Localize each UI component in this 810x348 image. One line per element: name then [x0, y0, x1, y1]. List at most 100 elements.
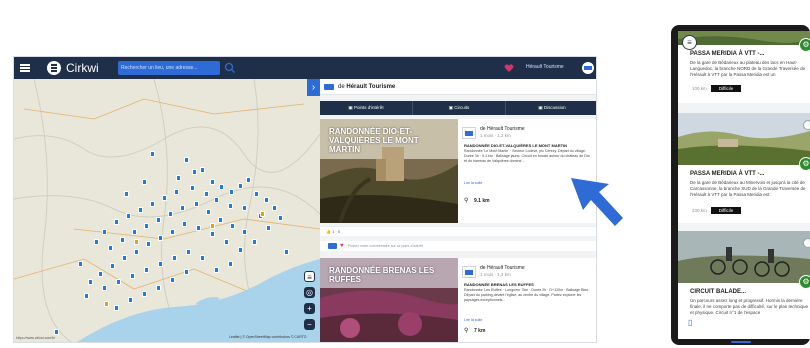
mobile-circuit-card[interactable]: PASSA MERIDIA À VTT -... De la gare de B…: [678, 31, 810, 103]
map-marker[interactable]: [242, 205, 247, 211]
tab-circuits[interactable]: ▣ Circuits: [413, 101, 506, 115]
map-marker-highlighted[interactable]: [260, 211, 265, 217]
map-marker[interactable]: [278, 215, 283, 221]
map-marker[interactable]: [84, 293, 89, 299]
map-url[interactable]: https://www.cirkwi.com/fr/: [16, 336, 55, 340]
map-marker[interactable]: [252, 239, 257, 245]
map-marker[interactable]: [142, 179, 147, 185]
map-marker[interactable]: [110, 263, 115, 269]
mobile-circuit-card[interactable]: ♡ ⚙ PASSA MERIDIA À VTT -... De la gare …: [678, 113, 810, 223]
map-marker[interactable]: [264, 197, 269, 203]
map-marker[interactable]: [124, 191, 129, 197]
map-marker[interactable]: [130, 273, 135, 279]
map-marker[interactable]: [184, 157, 189, 163]
map-marker[interactable]: [126, 213, 131, 219]
map-marker[interactable]: [214, 267, 219, 273]
map-marker[interactable]: [158, 261, 163, 267]
map-marker[interactable]: [229, 189, 234, 195]
map-marker[interactable]: [182, 221, 187, 227]
map-marker[interactable]: [78, 261, 83, 267]
map-marker[interactable]: [238, 183, 243, 189]
map-attribution[interactable]: Leaflet | © OpenStreetMap contributors ©…: [229, 335, 307, 339]
map-marker[interactable]: [172, 255, 177, 261]
map-marker[interactable]: [218, 217, 223, 223]
map-marker[interactable]: [144, 267, 149, 273]
circuit-card[interactable]: RANDONNÉE BRENAS LES RUFFES de Hérault T…: [320, 258, 596, 342]
map-marker[interactable]: [272, 205, 277, 211]
comment-input[interactable]: ♥ Postez votre commentaire sur ce point …: [320, 241, 596, 251]
map-marker[interactable]: [194, 201, 199, 207]
circuit-card[interactable]: RANDONNÉE DIO-ET-VALQUIÈRES LE MONT MART…: [320, 119, 596, 223]
book-icon[interactable]: ▯: [688, 318, 692, 327]
map-marker-highlighted[interactable]: [210, 223, 215, 229]
map-view[interactable]: ≡ ◎ + − https://www.cirkwi.com/fr/ Leafl…: [14, 79, 320, 342]
map-marker[interactable]: [102, 229, 107, 235]
layers-icon[interactable]: ≡: [304, 271, 315, 282]
like-bar[interactable]: 👍 1 · 0: [320, 226, 596, 236]
map-marker[interactable]: [146, 241, 151, 247]
map-marker[interactable]: [186, 249, 191, 255]
map-marker[interactable]: [156, 285, 161, 291]
map-marker[interactable]: [228, 261, 233, 267]
card-publisher[interactable]: de Hérault Tourisme: [480, 265, 525, 271]
map-marker[interactable]: [142, 291, 147, 297]
map-marker[interactable]: [174, 189, 179, 195]
map-marker[interactable]: [210, 179, 215, 185]
map-marker[interactable]: [246, 177, 251, 183]
map-marker[interactable]: [94, 239, 99, 245]
map-marker[interactable]: [224, 239, 229, 245]
map-marker[interactable]: [204, 191, 209, 197]
map-marker[interactable]: [134, 249, 139, 255]
map-marker[interactable]: [200, 167, 205, 173]
map-marker[interactable]: [108, 245, 113, 251]
search-icon[interactable]: [224, 62, 236, 74]
map-marker[interactable]: [114, 305, 119, 311]
map-marker[interactable]: [192, 169, 197, 175]
map-marker[interactable]: [206, 209, 211, 215]
hamburger-menu-icon[interactable]: ≡: [682, 35, 697, 50]
map-marker[interactable]: [88, 279, 93, 285]
map-marker[interactable]: [128, 297, 133, 303]
map-marker[interactable]: [102, 285, 107, 291]
map-marker[interactable]: [190, 185, 195, 191]
map-marker[interactable]: [210, 231, 215, 237]
map-marker[interactable]: [176, 175, 181, 181]
zoom-in-icon[interactable]: +: [304, 303, 315, 314]
map-marker-highlighted[interactable]: [134, 239, 139, 245]
map-marker[interactable]: [219, 184, 224, 190]
heart-icon[interactable]: [504, 63, 514, 73]
map-marker[interactable]: [238, 247, 243, 253]
map-marker[interactable]: [230, 223, 235, 229]
map-marker[interactable]: [98, 271, 103, 277]
map-marker[interactable]: [266, 225, 271, 231]
heart-icon[interactable]: ♡: [803, 120, 810, 130]
map-marker[interactable]: [144, 223, 149, 229]
tab-points-of-interest[interactable]: ▣ Points d'intérêt: [320, 101, 413, 115]
map-marker[interactable]: [138, 207, 143, 213]
hamburger-menu-icon[interactable]: [19, 62, 31, 74]
collapse-arrow-icon[interactable]: ›: [307, 79, 320, 96]
map-marker[interactable]: [196, 225, 201, 231]
map-marker[interactable]: [284, 249, 289, 255]
tab-discussion[interactable]: ▣ Discussion: [506, 101, 596, 115]
map-marker[interactable]: [170, 229, 175, 235]
read-more-link[interactable]: Lire la suite: [464, 318, 482, 322]
map-marker[interactable]: [168, 211, 173, 217]
zoom-out-icon[interactable]: −: [304, 319, 315, 330]
account-name[interactable]: Hérault Tourisme: [526, 64, 564, 70]
heart-icon[interactable]: ♡: [803, 238, 810, 248]
source-name[interactable]: Hérault Tourisme: [346, 84, 395, 90]
map-marker[interactable]: [242, 229, 247, 235]
map-marker[interactable]: [54, 329, 59, 335]
read-more-link[interactable]: Lire la suite: [464, 181, 482, 185]
locate-icon[interactable]: ◎: [304, 287, 315, 298]
card-publisher[interactable]: de Hérault Tourisme: [480, 126, 525, 132]
mobile-circuit-card[interactable]: ♡ ⚙ CIRCUIT BALADE... Un parcours assez …: [678, 231, 810, 339]
account-avatar[interactable]: [582, 62, 594, 74]
map-marker[interactable]: [158, 235, 163, 241]
map-marker[interactable]: [170, 277, 175, 283]
map-marker[interactable]: [116, 279, 121, 285]
map-marker[interactable]: [114, 219, 119, 225]
map-marker[interactable]: [150, 151, 155, 157]
search-input[interactable]: Rechercher un lieu, une adresse...: [118, 61, 220, 75]
